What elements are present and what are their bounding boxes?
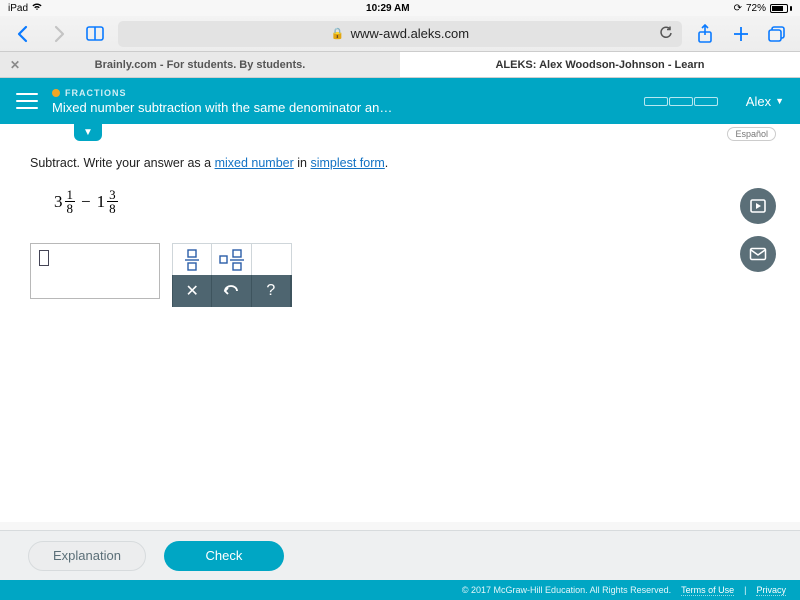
aleks-header: FRACTIONS Mixed number subtraction with … [0, 78, 800, 124]
category-dot-icon [52, 89, 60, 97]
safari-toolbar: 🔒 www-awd.aleks.com [0, 16, 800, 52]
device-label: iPad [8, 3, 28, 14]
link-simplest-form[interactable]: simplest form [310, 156, 384, 170]
keypad-blank-button[interactable] [252, 244, 291, 276]
keypad-undo-button[interactable] [212, 275, 251, 307]
tab-brainly[interactable]: ✕ Brainly.com - For students. By student… [0, 52, 400, 77]
back-button[interactable] [10, 21, 36, 47]
tab-strip: ✕ Brainly.com - For students. By student… [0, 52, 800, 78]
clock: 10:29 AM [366, 3, 410, 14]
input-cursor [39, 250, 49, 266]
user-menu[interactable]: Alex ▼ [746, 94, 784, 109]
keypad-fraction-button[interactable] [173, 244, 212, 276]
ipad-status-bar: iPad 10:29 AM ⟳ 72% [0, 0, 800, 16]
menu-button[interactable] [16, 93, 38, 109]
subheader: ▼ Español [0, 124, 800, 142]
bookmarks-button[interactable] [82, 21, 108, 47]
tab-label: Brainly.com - For students. By students. [95, 59, 306, 71]
math-expression: 3 18 − 1 38 [54, 188, 770, 215]
chevron-down-icon: ▼ [775, 96, 784, 106]
copyright-text: © 2017 McGraw-Hill Education. All Rights… [462, 585, 671, 595]
terms-link[interactable]: Terms of Use [681, 585, 734, 596]
calculator-button[interactable] [740, 188, 776, 224]
address-bar[interactable]: 🔒 www-awd.aleks.com [118, 21, 682, 47]
topic-category: FRACTIONS [52, 88, 630, 98]
tabs-button[interactable] [764, 21, 790, 47]
forward-button[interactable] [46, 21, 72, 47]
orientation-lock-icon: ⟳ [734, 3, 742, 14]
math-keypad: ✕ ? [172, 243, 292, 307]
page-footer: © 2017 McGraw-Hill Education. All Rights… [0, 580, 800, 600]
question-area: Subtract. Write your answer as a mixed n… [0, 142, 800, 522]
topic-title: Mixed number subtraction with the same d… [52, 100, 630, 115]
topic-block: FRACTIONS Mixed number subtraction with … [52, 88, 630, 115]
new-tab-button[interactable] [728, 21, 754, 47]
language-toggle[interactable]: Español [727, 127, 776, 141]
prompt-text: Subtract. Write your answer as a mixed n… [30, 156, 770, 170]
keypad-clear-button[interactable]: ✕ [173, 275, 212, 307]
explanation-button[interactable]: Explanation [28, 541, 146, 571]
privacy-link[interactable]: Privacy [756, 585, 786, 596]
user-name: Alex [746, 94, 771, 109]
battery-icon [770, 4, 792, 13]
action-bar: Explanation Check [0, 530, 800, 580]
tab-label: ALEKS: Alex Woodson-Johnson - Learn [495, 59, 704, 71]
topic-dropdown-button[interactable]: ▼ [74, 123, 102, 141]
reload-button[interactable] [659, 25, 674, 43]
answer-input[interactable] [30, 243, 160, 299]
keypad-help-button[interactable]: ? [252, 275, 291, 307]
link-mixed-number[interactable]: mixed number [215, 156, 294, 170]
url-text: www-awd.aleks.com [351, 26, 469, 41]
close-tab-icon[interactable]: ✕ [10, 58, 20, 72]
progress-indicator [644, 97, 718, 106]
wifi-icon [32, 3, 42, 14]
keypad-mixed-number-button[interactable] [212, 244, 251, 276]
lock-icon: 🔒 [331, 27, 345, 40]
share-button[interactable] [692, 21, 718, 47]
battery-label: 72% [746, 3, 766, 14]
message-button[interactable] [740, 236, 776, 272]
check-button[interactable]: Check [164, 541, 284, 571]
tab-aleks[interactable]: ALEKS: Alex Woodson-Johnson - Learn [400, 52, 800, 77]
